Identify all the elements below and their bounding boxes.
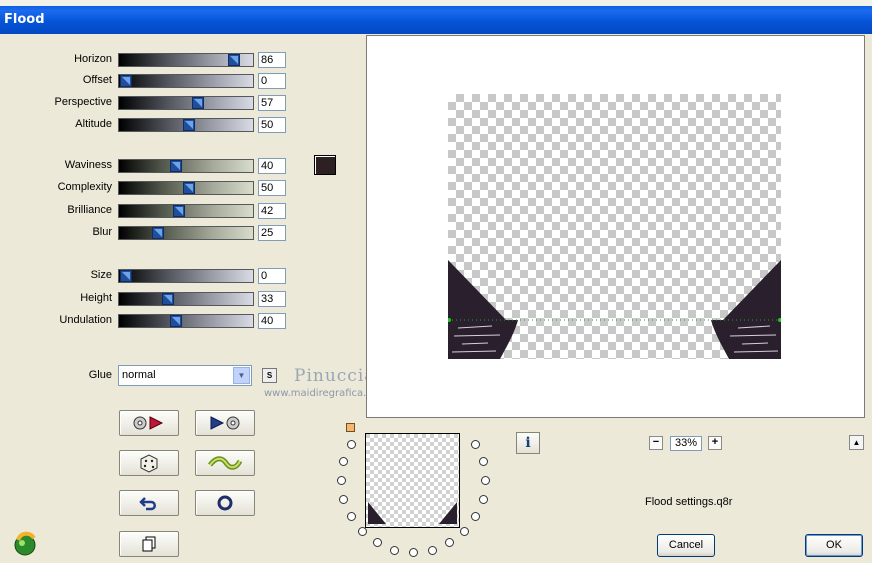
app-logo-icon <box>12 530 38 556</box>
dial-dot[interactable] <box>478 494 488 504</box>
blur-label: Blur <box>92 226 112 238</box>
navigator-handle[interactable] <box>346 423 355 432</box>
blur-slider[interactable] <box>118 226 254 240</box>
dial-dot[interactable] <box>459 526 469 536</box>
random-forward-button[interactable] <box>119 410 179 436</box>
height-slider-thumb[interactable] <box>161 293 174 305</box>
dial-dot[interactable] <box>346 440 356 449</box>
offset-value-field[interactable]: 0 <box>258 73 286 89</box>
play-disc-icon <box>210 416 240 430</box>
wave-button[interactable] <box>195 450 255 476</box>
altitude-value-field[interactable]: 50 <box>258 117 286 133</box>
reset-button[interactable] <box>195 490 255 516</box>
chevron-down-icon[interactable]: ▼ <box>233 367 250 384</box>
size-slider-thumb[interactable] <box>120 270 132 282</box>
brilliance-value-field[interactable]: 42 <box>258 203 286 219</box>
wave-icon <box>208 456 242 470</box>
waviness-label: Waviness <box>64 159 112 171</box>
dial-dot[interactable] <box>373 538 382 548</box>
window-title: Flood <box>4 12 45 27</box>
zoom-out-button[interactable]: − <box>649 436 663 450</box>
undo-icon <box>139 497 156 511</box>
size-slider[interactable] <box>118 269 254 283</box>
offset-slider-thumb[interactable] <box>120 75 132 87</box>
dial-dot[interactable] <box>478 457 488 467</box>
offset-label: Offset <box>82 74 112 86</box>
dial-dot[interactable] <box>481 476 490 485</box>
play-disc-button[interactable] <box>195 410 255 436</box>
brilliance-slider[interactable] <box>118 204 254 218</box>
undulation-slider[interactable] <box>118 314 254 328</box>
dial-dot[interactable] <box>346 512 356 521</box>
perspective-slider[interactable] <box>118 96 254 110</box>
height-slider[interactable] <box>118 292 254 306</box>
complexity-slider-thumb[interactable] <box>183 182 195 194</box>
horizon-slider[interactable] <box>118 53 254 67</box>
disc-play-icon <box>133 416 164 430</box>
complexity-slider[interactable] <box>118 181 254 195</box>
preview-pane[interactable] <box>366 35 865 418</box>
horizon-slider-thumb[interactable] <box>228 54 241 66</box>
dial-dot[interactable] <box>337 476 346 485</box>
waviness-slider[interactable] <box>118 159 254 173</box>
copy-button[interactable] <box>119 531 179 557</box>
undo-button[interactable] <box>119 490 179 516</box>
undulation-slider-thumb[interactable] <box>170 315 183 327</box>
perspective-label: Perspective <box>54 96 112 108</box>
undulation-value-field[interactable]: 40 <box>258 313 286 329</box>
dial-dot[interactable] <box>339 457 349 467</box>
zoom-level[interactable]: 33% <box>670 436 702 451</box>
ring-icon <box>217 495 233 511</box>
altitude-slider-thumb[interactable] <box>183 119 195 131</box>
perspective-value-field[interactable]: 57 <box>258 95 286 111</box>
dial-dot[interactable] <box>471 512 481 521</box>
offset-slider[interactable] <box>118 74 254 88</box>
size-value-field[interactable]: 0 <box>258 268 286 284</box>
height-label: Height <box>80 292 112 304</box>
ok-button[interactable]: OK <box>805 534 863 557</box>
undulation-label: Undulation <box>59 314 112 326</box>
collapse-up-button[interactable]: ▲ <box>849 435 864 450</box>
flood-water-graphic <box>448 260 781 359</box>
cancel-button[interactable]: Cancel <box>657 534 715 557</box>
dial-dot[interactable] <box>390 545 400 555</box>
glue-label: Glue <box>88 369 112 381</box>
zoom-in-button[interactable]: + <box>708 436 722 450</box>
dial-dot[interactable] <box>427 545 437 555</box>
altitude-slider[interactable] <box>118 118 254 132</box>
blur-value-field[interactable]: 25 <box>258 225 286 241</box>
brilliance-label: Brilliance <box>67 204 112 216</box>
dial-dot[interactable] <box>409 548 418 557</box>
preview-canvas <box>448 94 781 359</box>
s-button[interactable]: S <box>262 368 277 383</box>
navigator-thumbnail[interactable] <box>365 433 460 528</box>
color-swatch[interactable] <box>314 155 336 175</box>
glue-dropdown[interactable]: normal ▼ <box>118 365 252 386</box>
complexity-label: Complexity <box>57 181 112 193</box>
title-bar: Flood <box>0 6 872 34</box>
altitude-label: Altitude <box>75 118 112 130</box>
info-button[interactable]: i <box>516 432 540 454</box>
dial-dot[interactable] <box>339 494 349 504</box>
waviness-slider-thumb[interactable] <box>170 160 183 172</box>
complexity-value-field[interactable]: 50 <box>258 180 286 196</box>
brilliance-slider-thumb[interactable] <box>172 205 185 217</box>
settings-filename: Flood settings.q8r <box>645 496 733 508</box>
blur-slider-thumb[interactable] <box>151 227 164 239</box>
randomize-button[interactable] <box>119 450 179 476</box>
dice-icon <box>140 454 158 473</box>
watermark-url: www.maidiregrafica.eu <box>264 388 379 399</box>
horizon-label: Horizon <box>74 53 112 65</box>
copy-icon <box>142 536 156 552</box>
glue-value: normal <box>122 369 156 381</box>
horizon-value-field[interactable]: 86 <box>258 52 286 68</box>
dial-dot[interactable] <box>471 440 481 449</box>
dial-dot[interactable] <box>445 538 454 548</box>
navigator-preview <box>366 434 459 527</box>
height-value-field[interactable]: 33 <box>258 291 286 307</box>
perspective-slider-thumb[interactable] <box>191 97 204 109</box>
size-label: Size <box>90 269 112 281</box>
waviness-value-field[interactable]: 40 <box>258 158 286 174</box>
watermark-name: Pinuccia <box>294 366 376 386</box>
